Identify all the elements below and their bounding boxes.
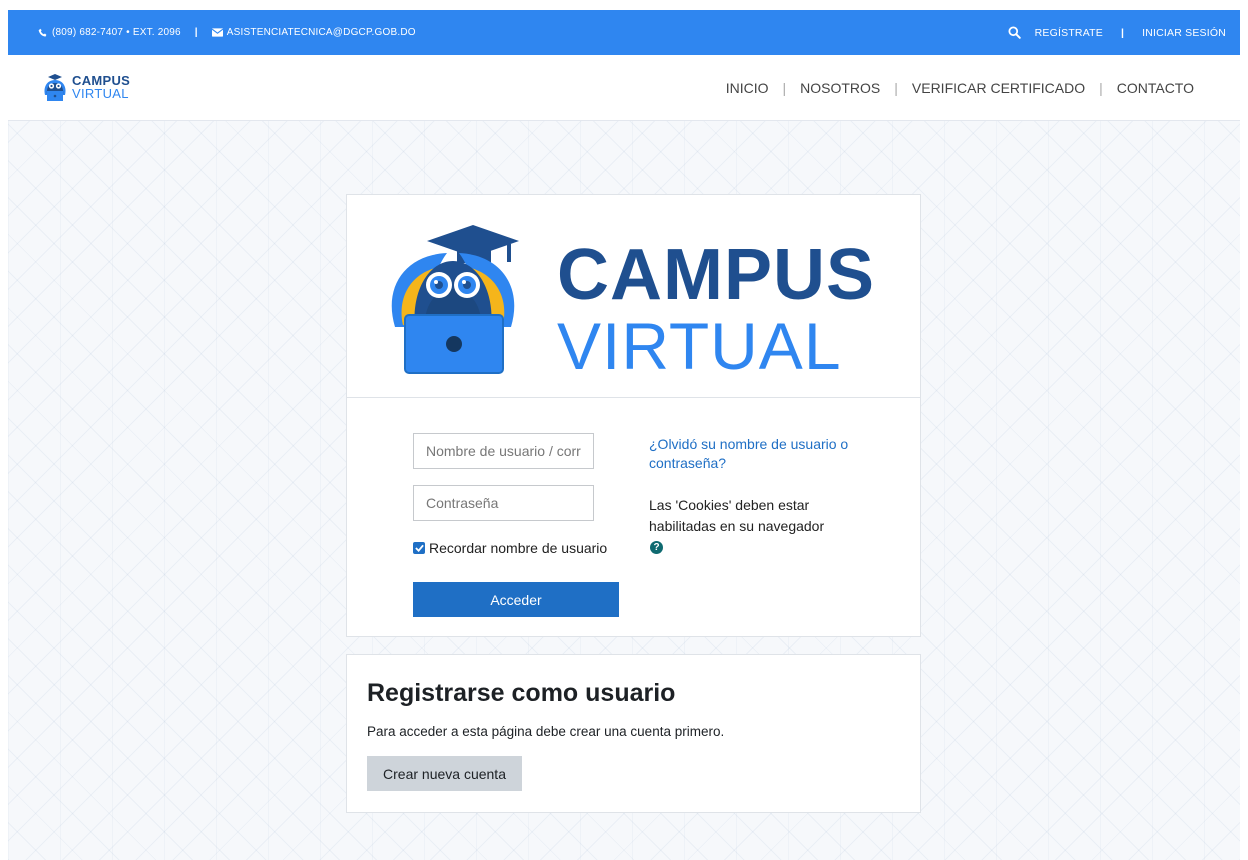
register-card: Registrarse como usuario Para acceder a … [346,654,921,813]
logo-line-1: CAMPUS [557,235,876,315]
remember-username[interactable]: Recordar nombre de usuario [413,540,607,556]
help-icon[interactable]: ? [650,541,663,554]
nav-item-nosotros[interactable]: NOSOTROS [798,80,882,96]
contact-info: (809) 682-7407 • EXT. 2096 | ASISTENCIAT… [38,27,416,38]
logo-line-2: VIRTUAL [557,309,842,383]
forgot-password-link[interactable]: ¿Olvidó su nombre de usuario o contraseñ… [649,435,879,473]
nav-separator: | [894,79,898,96]
phone-number: (809) 682-7407 • EXT. 2096 [52,27,181,38]
nav-separator: | [1099,79,1103,96]
account-links: REGÍSTRATE | INICIAR SESIÓN [1008,26,1226,39]
register-title: Registrarse como usuario [367,679,676,707]
login-button[interactable]: Acceder [413,582,619,617]
register-text: Para acceder a esta página debe crear un… [367,724,725,739]
create-account-button[interactable]: Crear nueva cuenta [367,756,522,791]
username-input[interactable] [413,433,594,469]
login-logo-area: CAMPUS VIRTUAL [347,195,920,398]
owl-logo-icon [44,73,66,101]
top-bar: (809) 682-7407 • EXT. 2096 | ASISTENCIAT… [8,10,1240,55]
owl-logo-icon [391,225,519,374]
remember-label: Recordar nombre de usuario [429,540,608,556]
password-input[interactable] [413,485,594,521]
mail-icon [211,28,223,37]
logo-wordmark: CAMPUS VIRTUAL [557,239,875,379]
phone-link[interactable]: (809) 682-7407 • EXT. 2096 [38,27,181,38]
email-link[interactable]: ASISTENCIATECNICA@DGCP.GOB.DO [211,27,416,38]
register-link[interactable]: REGÍSTRATE [1035,27,1103,39]
remember-checkbox[interactable] [413,542,425,554]
topbar-separator: | [194,27,198,38]
site-header: CAMPUS VIRTUAL INICIO | NOSOTROS | VERIF… [8,55,1240,121]
brand-line-2: VIRTUAL [72,85,129,101]
nav-item-inicio[interactable]: INICIO [724,80,771,96]
login-form: Recordar nombre de usuario Acceder ¿Olvi… [347,398,920,636]
check-icon [414,544,424,552]
nav-separator: | [782,79,787,96]
topbar-separator: | [1120,26,1125,39]
cookies-notice: Las 'Cookies' deben estar habilitadas en… [649,497,825,534]
login-link[interactable]: INICIAR SESIÓN [1142,27,1226,39]
nav-item-verificar-certificado[interactable]: VERIFICAR CERTIFICADO [910,80,1087,96]
login-card: CAMPUS VIRTUAL Recordar nombre de usuari… [346,194,921,637]
page-frame: (809) 682-7407 • EXT. 2096 | ASISTENCIAT… [8,10,1240,860]
main-nav: INICIO | NOSOTROS | VERIFICAR CERTIFICAD… [724,80,1196,96]
email-address: ASISTENCIATECNICA@DGCP.GOB.DO [226,27,416,38]
brand-logo[interactable]: CAMPUS VIRTUAL [42,73,130,103]
search-icon[interactable] [1008,26,1021,39]
nav-item-contacto[interactable]: CONTACTO [1115,80,1196,96]
phone-icon [38,28,47,36]
